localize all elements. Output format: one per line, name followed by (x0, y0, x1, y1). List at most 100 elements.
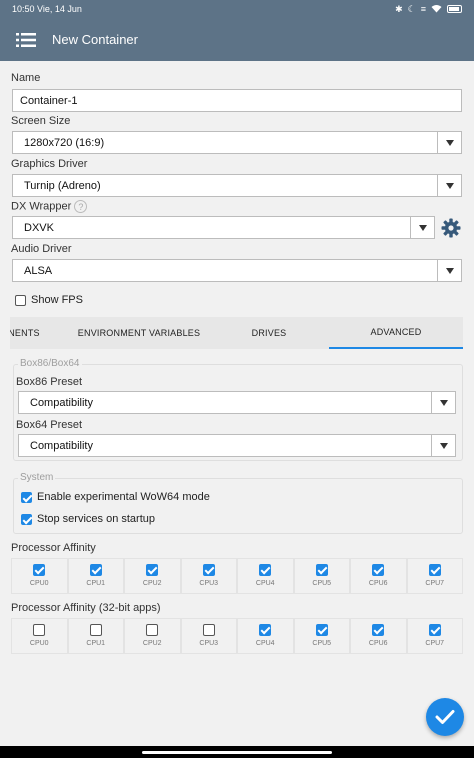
cpu-label: CPU6 (368, 580, 388, 587)
checkbox-checked-icon (428, 564, 441, 576)
system-group-title: System (18, 472, 56, 483)
cpu-affinity-32-cell[interactable]: CPU4 (237, 618, 294, 654)
cpu-affinity-32-cell[interactable]: CPU2 (124, 618, 181, 654)
gear-icon (441, 218, 461, 238)
cpu-affinity-cell[interactable]: CPU5 (293, 558, 350, 594)
graphics-driver-value: Turnip (Adreno) (24, 179, 101, 192)
cpu-affinity-32-cell[interactable]: CPU3 (180, 618, 237, 654)
checkbox-icon (89, 624, 102, 636)
screen-size-value: 1280x720 (16:9) (24, 136, 105, 149)
confirm-fab-button[interactable] (426, 698, 464, 736)
cpu-label: CPU5 (312, 640, 332, 647)
checkbox-icon (146, 624, 159, 636)
dx-wrapper-label-row: DX Wrapper? (11, 200, 88, 213)
app-bar: New Container (0, 18, 474, 61)
dropdown-arrow-icon (437, 260, 461, 281)
cpu-affinity-32-cell[interactable]: CPU6 (350, 618, 407, 654)
cpu-affinity-cell[interactable]: CPU3 (180, 558, 237, 594)
cpu-label: CPU6 (368, 640, 388, 647)
tab-drives[interactable]: DRIVES (216, 317, 322, 349)
audio-driver-value: ALSA (24, 264, 53, 277)
cpu-label: CPU3 (199, 580, 219, 587)
wow64-checkbox[interactable]: Enable experimental WoW64 mode (21, 491, 210, 503)
settings-tabs: NENTS ENVIRONMENT VARIABLES DRIVES ADVAN… (10, 317, 463, 349)
box64-preset-dropdown[interactable]: Compatibility (18, 434, 456, 457)
cpu-affinity-cell[interactable]: CPU2 (124, 558, 181, 594)
cpu-affinity-cell[interactable]: CPU0 (11, 558, 68, 594)
system-nav-bar (0, 746, 474, 758)
cpu-affinity-32-cell[interactable]: CPU0 (11, 618, 68, 654)
stop-services-checkbox[interactable]: Stop services on startup (21, 513, 155, 525)
menu-icon (16, 32, 36, 47)
checkbox-checked-icon (315, 624, 328, 636)
cpu-affinity-cell[interactable]: CPU6 (350, 558, 407, 594)
cpu-label: CPU4 (255, 640, 275, 647)
status-bar: 10:50 Vie, 14 Jun ✱ ☾ ≡ (0, 0, 474, 18)
checkbox-checked-icon (21, 491, 32, 503)
tab-label: ADVANCED (370, 327, 422, 337)
help-icon[interactable]: ? (74, 200, 88, 213)
wow64-label: Enable experimental WoW64 mode (37, 491, 210, 503)
name-label: Name (11, 72, 41, 84)
box64-preset-value: Compatibility (30, 439, 93, 452)
dx-wrapper-settings-button[interactable] (440, 217, 462, 239)
box86-preset-label: Box86 Preset (16, 376, 83, 388)
tab-label: DRIVES (251, 328, 287, 338)
cpu-affinity-32-cell[interactable]: CPU5 (293, 618, 350, 654)
tab-label: NENTS (10, 328, 40, 338)
status-time: 10:50 Vie, 14 Jun (12, 4, 82, 14)
dx-wrapper-dropdown[interactable]: DXVK (12, 216, 435, 239)
tab-environment-variables[interactable]: ENVIRONMENT VARIABLES (58, 317, 220, 349)
system-group (13, 478, 463, 534)
cpu-label: CPU7 (425, 640, 445, 647)
processor-affinity-grid: CPU0 CPU1 CPU2 CPU3 CPU4 CPU5 CPU6 CPU7 (11, 558, 463, 594)
box-group-title: Box86/Box64 (18, 358, 82, 369)
show-fps-label: Show FPS (31, 294, 83, 306)
cpu-label: CPU1 (86, 580, 106, 587)
menu-button[interactable] (0, 18, 52, 61)
dx-wrapper-value: DXVK (24, 221, 54, 234)
vibrate-icon: ≡ (420, 4, 426, 14)
checkbox-checked-icon (372, 564, 385, 576)
dropdown-arrow-icon (437, 175, 461, 196)
processor-affinity-32-label: Processor Affinity (32-bit apps) (11, 602, 161, 614)
name-input-value: Container-1 (20, 94, 78, 107)
cpu-label: CPU4 (255, 580, 275, 587)
dropdown-arrow-icon (431, 392, 455, 413)
box86-preset-dropdown[interactable]: Compatibility (18, 391, 456, 414)
tab-components[interactable]: NENTS (10, 317, 44, 349)
cpu-affinity-cell[interactable]: CPU1 (67, 558, 124, 594)
checkbox-checked-icon (372, 624, 385, 636)
tab-advanced[interactable]: ADVANCED (329, 317, 463, 349)
graphics-driver-label: Graphics Driver (11, 158, 88, 170)
cpu-label: CPU0 (29, 640, 49, 647)
cpu-affinity-32-cell[interactable]: CPU7 (406, 618, 463, 654)
box64-preset-label: Box64 Preset (16, 419, 83, 431)
tab-label: ENVIRONMENT VARIABLES (77, 328, 201, 338)
checkbox-checked-icon (315, 564, 328, 576)
dx-wrapper-label: DX Wrapper (11, 200, 72, 213)
screen-size-dropdown[interactable]: 1280x720 (16:9) (12, 131, 462, 154)
show-fps-checkbox[interactable]: Show FPS (15, 294, 83, 306)
audio-driver-dropdown[interactable]: ALSA (12, 259, 462, 282)
cpu-label: CPU2 (142, 580, 162, 587)
graphics-driver-dropdown[interactable]: Turnip (Adreno) (12, 174, 462, 197)
cpu-affinity-cell[interactable]: CPU4 (237, 558, 294, 594)
moon-icon: ☾ (407, 3, 416, 14)
processor-affinity-label: Processor Affinity (11, 542, 96, 554)
cpu-affinity-32-cell[interactable]: CPU1 (67, 618, 124, 654)
home-gesture-handle[interactable] (142, 750, 332, 754)
checkbox-checked-icon (146, 564, 159, 576)
screen-size-label: Screen Size (11, 115, 71, 127)
cpu-affinity-cell[interactable]: CPU7 (406, 558, 463, 594)
checkbox-checked-icon (21, 513, 32, 525)
box86-preset-value: Compatibility (30, 396, 93, 409)
checkbox-checked-icon (428, 624, 441, 636)
cpu-label: CPU5 (312, 580, 332, 587)
checkbox-checked-icon (202, 564, 215, 576)
cpu-label: CPU0 (29, 580, 49, 587)
processor-affinity-32-grid: CPU0 CPU1 CPU2 CPU3 CPU4 CPU5 CPU6 CPU7 (11, 618, 463, 654)
dropdown-arrow-icon (410, 217, 434, 238)
battery-icon (447, 5, 462, 13)
name-input[interactable]: Container-1 (12, 89, 462, 112)
